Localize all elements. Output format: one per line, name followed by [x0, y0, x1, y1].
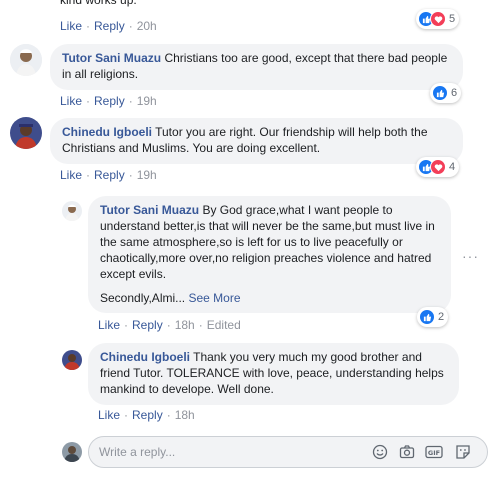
reply-author[interactable]: Tutor Sani Muazu: [100, 203, 199, 217]
love-icon: [430, 11, 446, 27]
comment-bubble: Tutor Sani Muazu Christians too are good…: [50, 44, 463, 90]
gif-icon[interactable]: GIF: [425, 443, 443, 461]
reply-bubble: Chinedu Igboeli Thank you very much my g…: [88, 343, 459, 405]
more-options-icon[interactable]: ···: [462, 248, 479, 264]
like-icon: [419, 309, 435, 325]
svg-text:GIF: GIF: [428, 449, 440, 457]
reaction-count: 6: [451, 87, 458, 99]
reaction-count: 4: [449, 161, 456, 173]
reply-link[interactable]: Reply: [132, 408, 163, 422]
reply-author[interactable]: Chinedu Igboeli: [100, 350, 190, 364]
comment-author[interactable]: Chinedu Igboeli: [62, 125, 152, 139]
reactions-badge[interactable]: 5: [416, 9, 460, 29]
reply-link[interactable]: Reply: [132, 318, 163, 332]
comment-actions: Like · Reply · 19h: [60, 94, 157, 108]
partial-comment-text: kind works up.: [60, 0, 137, 7]
comment-actions: Like · Reply · 19h: [60, 168, 157, 182]
love-icon: [430, 159, 446, 175]
see-more-link[interactable]: See More: [189, 291, 241, 305]
timestamp: 20h: [136, 19, 157, 33]
comment-actions: Like · Reply · 20h: [60, 19, 157, 33]
timestamp: 19h: [136, 168, 157, 182]
like-link[interactable]: Like: [98, 408, 120, 422]
timestamp: 18h: [174, 408, 195, 422]
like-link[interactable]: Like: [60, 94, 82, 108]
current-user-avatar: [62, 442, 82, 462]
reply-actions: Like · Reply · 18h · Edited: [98, 318, 241, 332]
like-link[interactable]: Like: [60, 168, 82, 182]
avatar[interactable]: [10, 117, 42, 149]
timestamp: 19h: [136, 94, 157, 108]
camera-icon[interactable]: [398, 443, 416, 461]
reactions-badge[interactable]: 2: [417, 307, 449, 327]
reply-link[interactable]: Reply: [94, 168, 125, 182]
reply-composer: GIF: [88, 436, 488, 468]
reply-input[interactable]: [99, 437, 369, 467]
avatar[interactable]: [62, 350, 82, 370]
timestamp: 18h: [174, 318, 195, 332]
emoji-icon[interactable]: [371, 443, 389, 461]
sticker-icon[interactable]: [454, 443, 472, 461]
reply-link[interactable]: Reply: [94, 94, 125, 108]
like-link[interactable]: Like: [98, 318, 120, 332]
reactions-badge[interactable]: 4: [416, 157, 460, 177]
like-link[interactable]: Like: [60, 19, 82, 33]
reaction-count: 5: [449, 13, 456, 25]
comment-author[interactable]: Tutor Sani Muazu: [62, 51, 161, 65]
comment-bubble: Chinedu Igboeli Tutor you are right. Our…: [50, 118, 463, 164]
reply-actions: Like · Reply · 18h: [98, 408, 195, 422]
avatar[interactable]: [62, 201, 82, 221]
reply-link[interactable]: Reply: [94, 19, 125, 33]
reactions-badge[interactable]: 6: [430, 83, 462, 103]
reply-text-continued: Secondly,Almi...: [100, 291, 186, 305]
edited-label: Edited: [206, 318, 241, 332]
reply-bubble: Tutor Sani Muazu By God grace,what I wan…: [88, 196, 451, 313]
like-icon: [432, 85, 448, 101]
avatar[interactable]: [10, 44, 42, 76]
reaction-count: 2: [438, 311, 445, 323]
